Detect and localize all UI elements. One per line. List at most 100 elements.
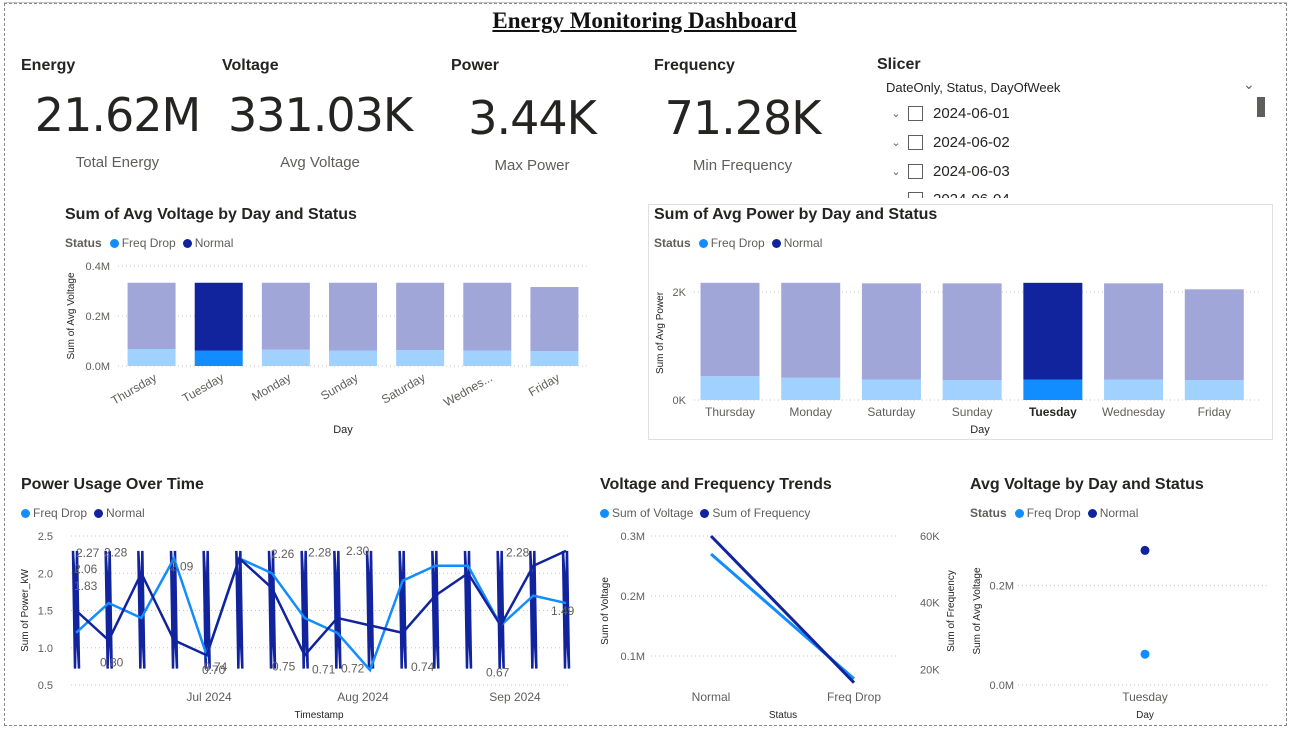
bar-freq-drop xyxy=(127,349,176,366)
x-axis-label: Day xyxy=(970,424,990,436)
legend-item-freq-drop[interactable]: Freq Drop xyxy=(698,236,765,250)
legend-item-normal[interactable]: Normal xyxy=(94,506,145,520)
y-tick-label: 0.5 xyxy=(38,680,53,692)
avg-voltage-scatter-legend: Status Freq Drop Normal xyxy=(970,506,1141,520)
dashboard-title: Energy Monitoring Dashboard xyxy=(492,8,797,33)
slicer-item-label: 2024-06-02 xyxy=(933,133,1010,151)
bar-normal xyxy=(700,282,760,377)
bar-normal xyxy=(861,283,921,380)
bar-normal xyxy=(942,283,1002,381)
x-tick-label: Tuesday xyxy=(1029,405,1077,419)
slicer-scrollbar[interactable] xyxy=(1257,97,1265,117)
slicer-item-label: 2024-06-01 xyxy=(933,104,1010,122)
legend-item-freq-drop[interactable]: Freq Drop xyxy=(1014,506,1081,520)
y-tick-label: 2.5 xyxy=(38,531,53,543)
card-energy-label: Energy xyxy=(21,57,76,74)
card-power-label: Power xyxy=(451,57,500,74)
y-axis-label: Sum of Power_kW xyxy=(20,569,31,652)
x-tick-label: Aug 2024 xyxy=(337,690,389,704)
normal-oscillation-band xyxy=(333,550,342,669)
slicer-item-label: 2024-06-04 xyxy=(933,191,1010,199)
avg-voltage-scatter-chart[interactable]: 0.0M 0.2M Tuesday Sum of Frequency Sum of Av… xyxy=(940,526,1280,723)
checkbox[interactable] xyxy=(908,134,923,150)
slicer-item[interactable]: ⌄ 2024-06-02 xyxy=(884,130,1010,154)
legend-item-freq-drop[interactable]: Freq Drop xyxy=(109,236,176,250)
bar-freq-drop xyxy=(261,349,310,366)
card-power-value: 3.44K xyxy=(468,91,597,145)
bar-normal xyxy=(463,282,512,351)
normal-oscillation-band xyxy=(365,550,375,669)
slicer-item[interactable]: ⌄ 2024-06-03 xyxy=(884,159,1009,183)
legend-title: Status xyxy=(970,506,1007,520)
card-voltage-label: Voltage xyxy=(222,57,279,74)
checkbox[interactable] xyxy=(908,163,923,179)
y-tick-label: 0.0M xyxy=(86,361,110,373)
slicer-title: Slicer xyxy=(877,56,921,73)
legend-item-normal[interactable]: Normal xyxy=(182,236,233,250)
y-tick-label-right: 20K xyxy=(920,664,940,676)
chevron-down-icon[interactable]: ⌄ xyxy=(884,107,908,120)
legend-item-voltage[interactable]: Sum of Voltage xyxy=(600,506,693,520)
point-normal xyxy=(1140,545,1150,555)
checkbox[interactable] xyxy=(908,105,923,121)
y-tick-label: 0.4M xyxy=(86,261,110,273)
x-tick-label: Freq Drop xyxy=(827,690,881,704)
voltage-frequency-trends-chart[interactable]: 0.1M 0.2M 0.3M 20K 40K 60K Normal Freq Drop Sum … xyxy=(596,526,956,723)
normal-oscillation-band xyxy=(137,550,146,669)
card-frequency-label: Frequency xyxy=(654,57,735,74)
card-voltage-value: 331.03K xyxy=(227,88,413,142)
legend-label: Sum of Voltage xyxy=(612,506,694,520)
y-tick-label-left: 0.1M xyxy=(621,651,645,663)
chevron-down-icon[interactable]: ⌄ xyxy=(884,165,908,178)
card-energy-subtitle: Total Energy xyxy=(75,154,160,170)
avg-voltage-scatter-title: Avg Voltage by Day and Status xyxy=(970,476,1204,493)
x-tick-label: Wednesday xyxy=(1102,405,1165,419)
bar-freq-drop xyxy=(1023,379,1083,400)
legend-label: Freq Drop xyxy=(1026,506,1081,520)
bar-freq-drop xyxy=(396,350,445,366)
legend-dot xyxy=(94,508,104,518)
x-tick-label: Normal xyxy=(692,690,731,704)
slicer-item[interactable]: ⌄ 2024-06-04 xyxy=(884,187,1010,198)
x-axis-label: Day xyxy=(333,424,353,436)
legend-item-freq-drop[interactable]: Freq Drop xyxy=(21,506,87,520)
legend-item-normal[interactable]: Normal xyxy=(771,236,823,250)
voltage-by-day-chart[interactable]: 0.0M 0.2M 0.4M Thursday Tuesday Monday Sunday S… xyxy=(60,255,600,440)
checkbox[interactable] xyxy=(908,191,923,198)
bar-freq-drop xyxy=(463,350,512,366)
data-label: 0.80 xyxy=(100,656,124,670)
chevron-down-icon[interactable]: ⌄ xyxy=(884,193,908,199)
legend-dot xyxy=(700,508,710,518)
bar-normal xyxy=(396,282,445,350)
legend-item-frequency[interactable]: Sum of Frequency xyxy=(700,506,810,520)
x-tick-label: Saturday xyxy=(867,405,915,419)
x-tick-label: Saturday xyxy=(379,370,428,406)
chevron-down-icon[interactable]: ⌄ xyxy=(884,136,908,149)
slicer-dropdown-icon[interactable]: ⌄ xyxy=(1243,76,1255,93)
y-tick-label-right: 40K xyxy=(920,598,940,610)
y-tick-label: 2K xyxy=(673,287,687,299)
bar-freq-drop xyxy=(329,350,377,366)
power-by-day-chart[interactable]: 0K 2K Thursday Monday Saturday Sunday Tuesday W… xyxy=(649,255,1271,438)
legend-item-normal[interactable]: Normal xyxy=(1087,506,1138,520)
data-label: 0.74 xyxy=(204,660,228,674)
bar-normal xyxy=(530,287,579,351)
y-axis-label-left: Sum of Voltage xyxy=(600,577,611,645)
x-tick-label: Sunday xyxy=(318,370,360,402)
power-by-day-legend: Status Freq Drop Normal xyxy=(654,236,825,250)
legend-label: Normal xyxy=(783,236,823,250)
power-over-time-title: Power Usage Over Time xyxy=(21,476,204,493)
data-label: 0.71 xyxy=(312,662,336,676)
card-frequency-value: 71.28K xyxy=(664,91,822,145)
x-tick-label: Sunday xyxy=(952,405,993,419)
power-over-time-chart[interactable]: 0.5 1.0 1.5 2.0 2.5 2.27 2.06 1.83 2.28 0.80 2.09 0… xyxy=(16,526,586,723)
legend-dot xyxy=(1087,508,1097,518)
bar-freq-drop xyxy=(942,380,1002,400)
bar-normal xyxy=(781,282,841,378)
x-tick-label: Thursday xyxy=(705,405,755,419)
x-tick-label: Jul 2024 xyxy=(186,690,232,704)
bar-normal xyxy=(261,282,310,350)
data-label: 2.06 xyxy=(74,562,98,576)
slicer-item[interactable]: ⌄ 2024-06-01 xyxy=(884,101,1010,125)
data-label: 0.72 xyxy=(341,662,365,676)
